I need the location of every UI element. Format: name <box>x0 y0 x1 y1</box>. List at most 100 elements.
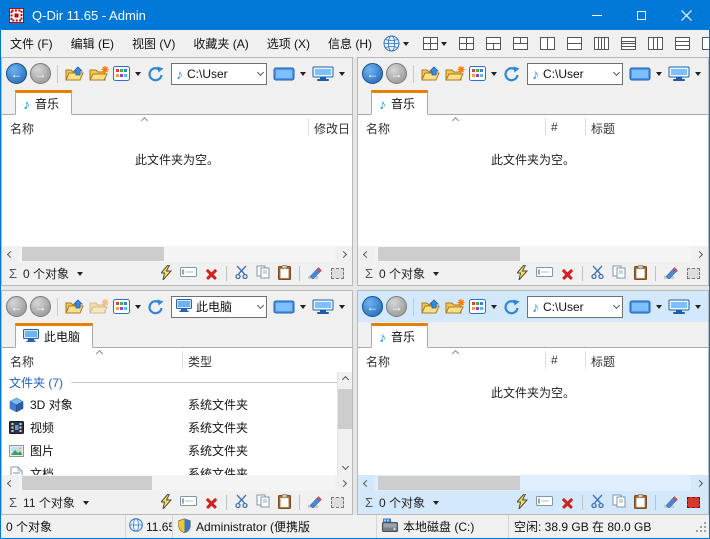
delete-button[interactable] <box>205 267 218 280</box>
view-mode-button[interactable] <box>467 62 488 86</box>
layout-preset-3[interactable] <box>513 37 528 50</box>
file-list[interactable]: 此文件夹为空。 <box>358 139 708 246</box>
layout-preset-9[interactable] <box>675 37 690 50</box>
dropdown-arrow-icon[interactable] <box>491 72 497 76</box>
layout-preset-2[interactable] <box>486 37 501 50</box>
rename-button[interactable] <box>536 266 553 281</box>
back-button[interactable]: ← <box>6 63 27 84</box>
desktop-view-button[interactable] <box>627 62 653 86</box>
address-combo[interactable]: ♪ C:\User <box>527 63 623 85</box>
close-button[interactable] <box>664 0 709 30</box>
forward-button[interactable]: → <box>386 296 407 317</box>
tab-music[interactable]: ♪ 音乐 <box>371 323 428 348</box>
menu-options[interactable]: 选项 (X) <box>258 30 319 57</box>
new-folder-button[interactable] <box>87 62 111 86</box>
desktop-view-button[interactable] <box>627 295 653 319</box>
layout-preset-8[interactable] <box>648 37 663 50</box>
back-button[interactable]: ← <box>362 296 383 317</box>
quick-actions-button[interactable] <box>517 265 528 283</box>
refresh-button[interactable] <box>145 295 167 319</box>
horizontal-scrollbar[interactable] <box>358 246 708 262</box>
edit-button[interactable] <box>308 266 323 282</box>
column-name[interactable]: 名称 <box>366 120 390 137</box>
quick-actions-button[interactable] <box>161 265 172 283</box>
column-name[interactable]: 名称 <box>366 353 390 370</box>
monitor-button[interactable] <box>310 62 336 86</box>
cut-button[interactable] <box>591 265 604 282</box>
column-type[interactable]: 类型 <box>188 353 212 370</box>
edit-button[interactable] <box>664 266 679 282</box>
dropdown-arrow-icon[interactable] <box>339 305 345 309</box>
list-item[interactable]: 文档 系统文件夹 <box>2 462 352 475</box>
paste-button[interactable] <box>634 265 647 283</box>
selection-button[interactable] <box>331 268 344 279</box>
file-list[interactable]: 此文件夹为空。 <box>358 372 708 475</box>
selection-button[interactable] <box>687 268 700 279</box>
cut-button[interactable] <box>591 494 604 511</box>
folder-up-button[interactable] <box>419 62 443 86</box>
layout-grid-button[interactable] <box>417 37 451 50</box>
layout-preset-7[interactable] <box>621 37 636 50</box>
copy-button[interactable] <box>256 494 270 511</box>
column-title[interactable]: 标题 <box>591 120 615 137</box>
delete-button[interactable] <box>561 267 574 280</box>
menu-info[interactable]: 信息 (H) <box>319 30 381 57</box>
layout-preset-6[interactable] <box>594 37 609 50</box>
monitor-button[interactable] <box>310 295 336 319</box>
address-combo[interactable]: 此电脑 <box>171 296 267 318</box>
rename-button[interactable] <box>536 495 553 510</box>
refresh-button[interactable] <box>145 62 167 86</box>
menu-view[interactable]: 视图 (V) <box>123 30 184 57</box>
maximize-button[interactable] <box>619 0 664 30</box>
quick-actions-button[interactable] <box>517 494 528 512</box>
vertical-scrollbar[interactable] <box>337 372 352 475</box>
file-list[interactable]: 文件夹 (7) 3D 对象 系统文件夹 视频 系统文件夹 图片 系统 <box>2 372 352 475</box>
back-button[interactable]: ← <box>6 296 27 317</box>
paste-button[interactable] <box>634 494 647 512</box>
rename-button[interactable] <box>180 266 197 281</box>
dropdown-arrow-icon[interactable] <box>695 72 701 76</box>
layout-preset-1[interactable] <box>459 37 474 50</box>
dropdown-arrow-icon[interactable] <box>433 272 439 276</box>
menu-file[interactable]: 文件 (F) <box>1 30 62 57</box>
address-combo[interactable]: ♪ C:\User <box>527 296 623 318</box>
dropdown-arrow-icon[interactable] <box>135 72 141 76</box>
quick-actions-button[interactable] <box>161 494 172 512</box>
forward-button[interactable]: → <box>30 296 51 317</box>
dropdown-arrow-icon[interactable] <box>339 72 345 76</box>
cut-button[interactable] <box>235 265 248 282</box>
edit-button[interactable] <box>664 495 679 511</box>
view-mode-button[interactable] <box>111 295 132 319</box>
column-date-modified[interactable]: 修改日 <box>314 120 350 137</box>
dropdown-arrow-icon[interactable] <box>83 501 89 505</box>
refresh-button[interactable] <box>501 62 523 86</box>
dropdown-arrow-icon[interactable] <box>695 305 701 309</box>
refresh-button[interactable] <box>501 295 523 319</box>
dropdown-arrow-icon[interactable] <box>77 272 83 276</box>
view-mode-button[interactable] <box>467 295 488 319</box>
delete-button[interactable] <box>561 496 574 509</box>
menu-favorites[interactable]: 收藏夹 (A) <box>184 30 257 57</box>
group-header[interactable]: 文件夹 (7) <box>2 372 352 393</box>
dropdown-arrow-icon[interactable] <box>491 305 497 309</box>
tab-this-pc[interactable]: 此电脑 <box>15 323 93 348</box>
horizontal-scrollbar[interactable] <box>2 246 352 262</box>
scrollbar-thumb[interactable] <box>338 389 352 429</box>
paste-button[interactable] <box>278 265 291 283</box>
dropdown-arrow-icon[interactable] <box>656 72 662 76</box>
horizontal-scrollbar[interactable] <box>358 475 708 491</box>
new-folder-button[interactable] <box>443 62 467 86</box>
folder-up-button[interactable] <box>419 295 443 319</box>
list-item[interactable]: 3D 对象 系统文件夹 <box>2 393 352 416</box>
column-track[interactable]: # <box>551 353 558 367</box>
file-list[interactable]: 此文件夹为空。 <box>2 139 352 246</box>
column-name[interactable]: 名称 <box>10 120 34 137</box>
resize-grip[interactable] <box>695 521 707 536</box>
layout-preset-5[interactable] <box>567 37 582 50</box>
cut-button[interactable] <box>235 494 248 511</box>
view-mode-button[interactable] <box>111 62 132 86</box>
address-combo[interactable]: ♪ C:\User <box>171 63 267 85</box>
dropdown-arrow-icon[interactable] <box>656 305 662 309</box>
back-button[interactable]: ← <box>362 63 383 84</box>
minimize-button[interactable] <box>574 0 619 30</box>
